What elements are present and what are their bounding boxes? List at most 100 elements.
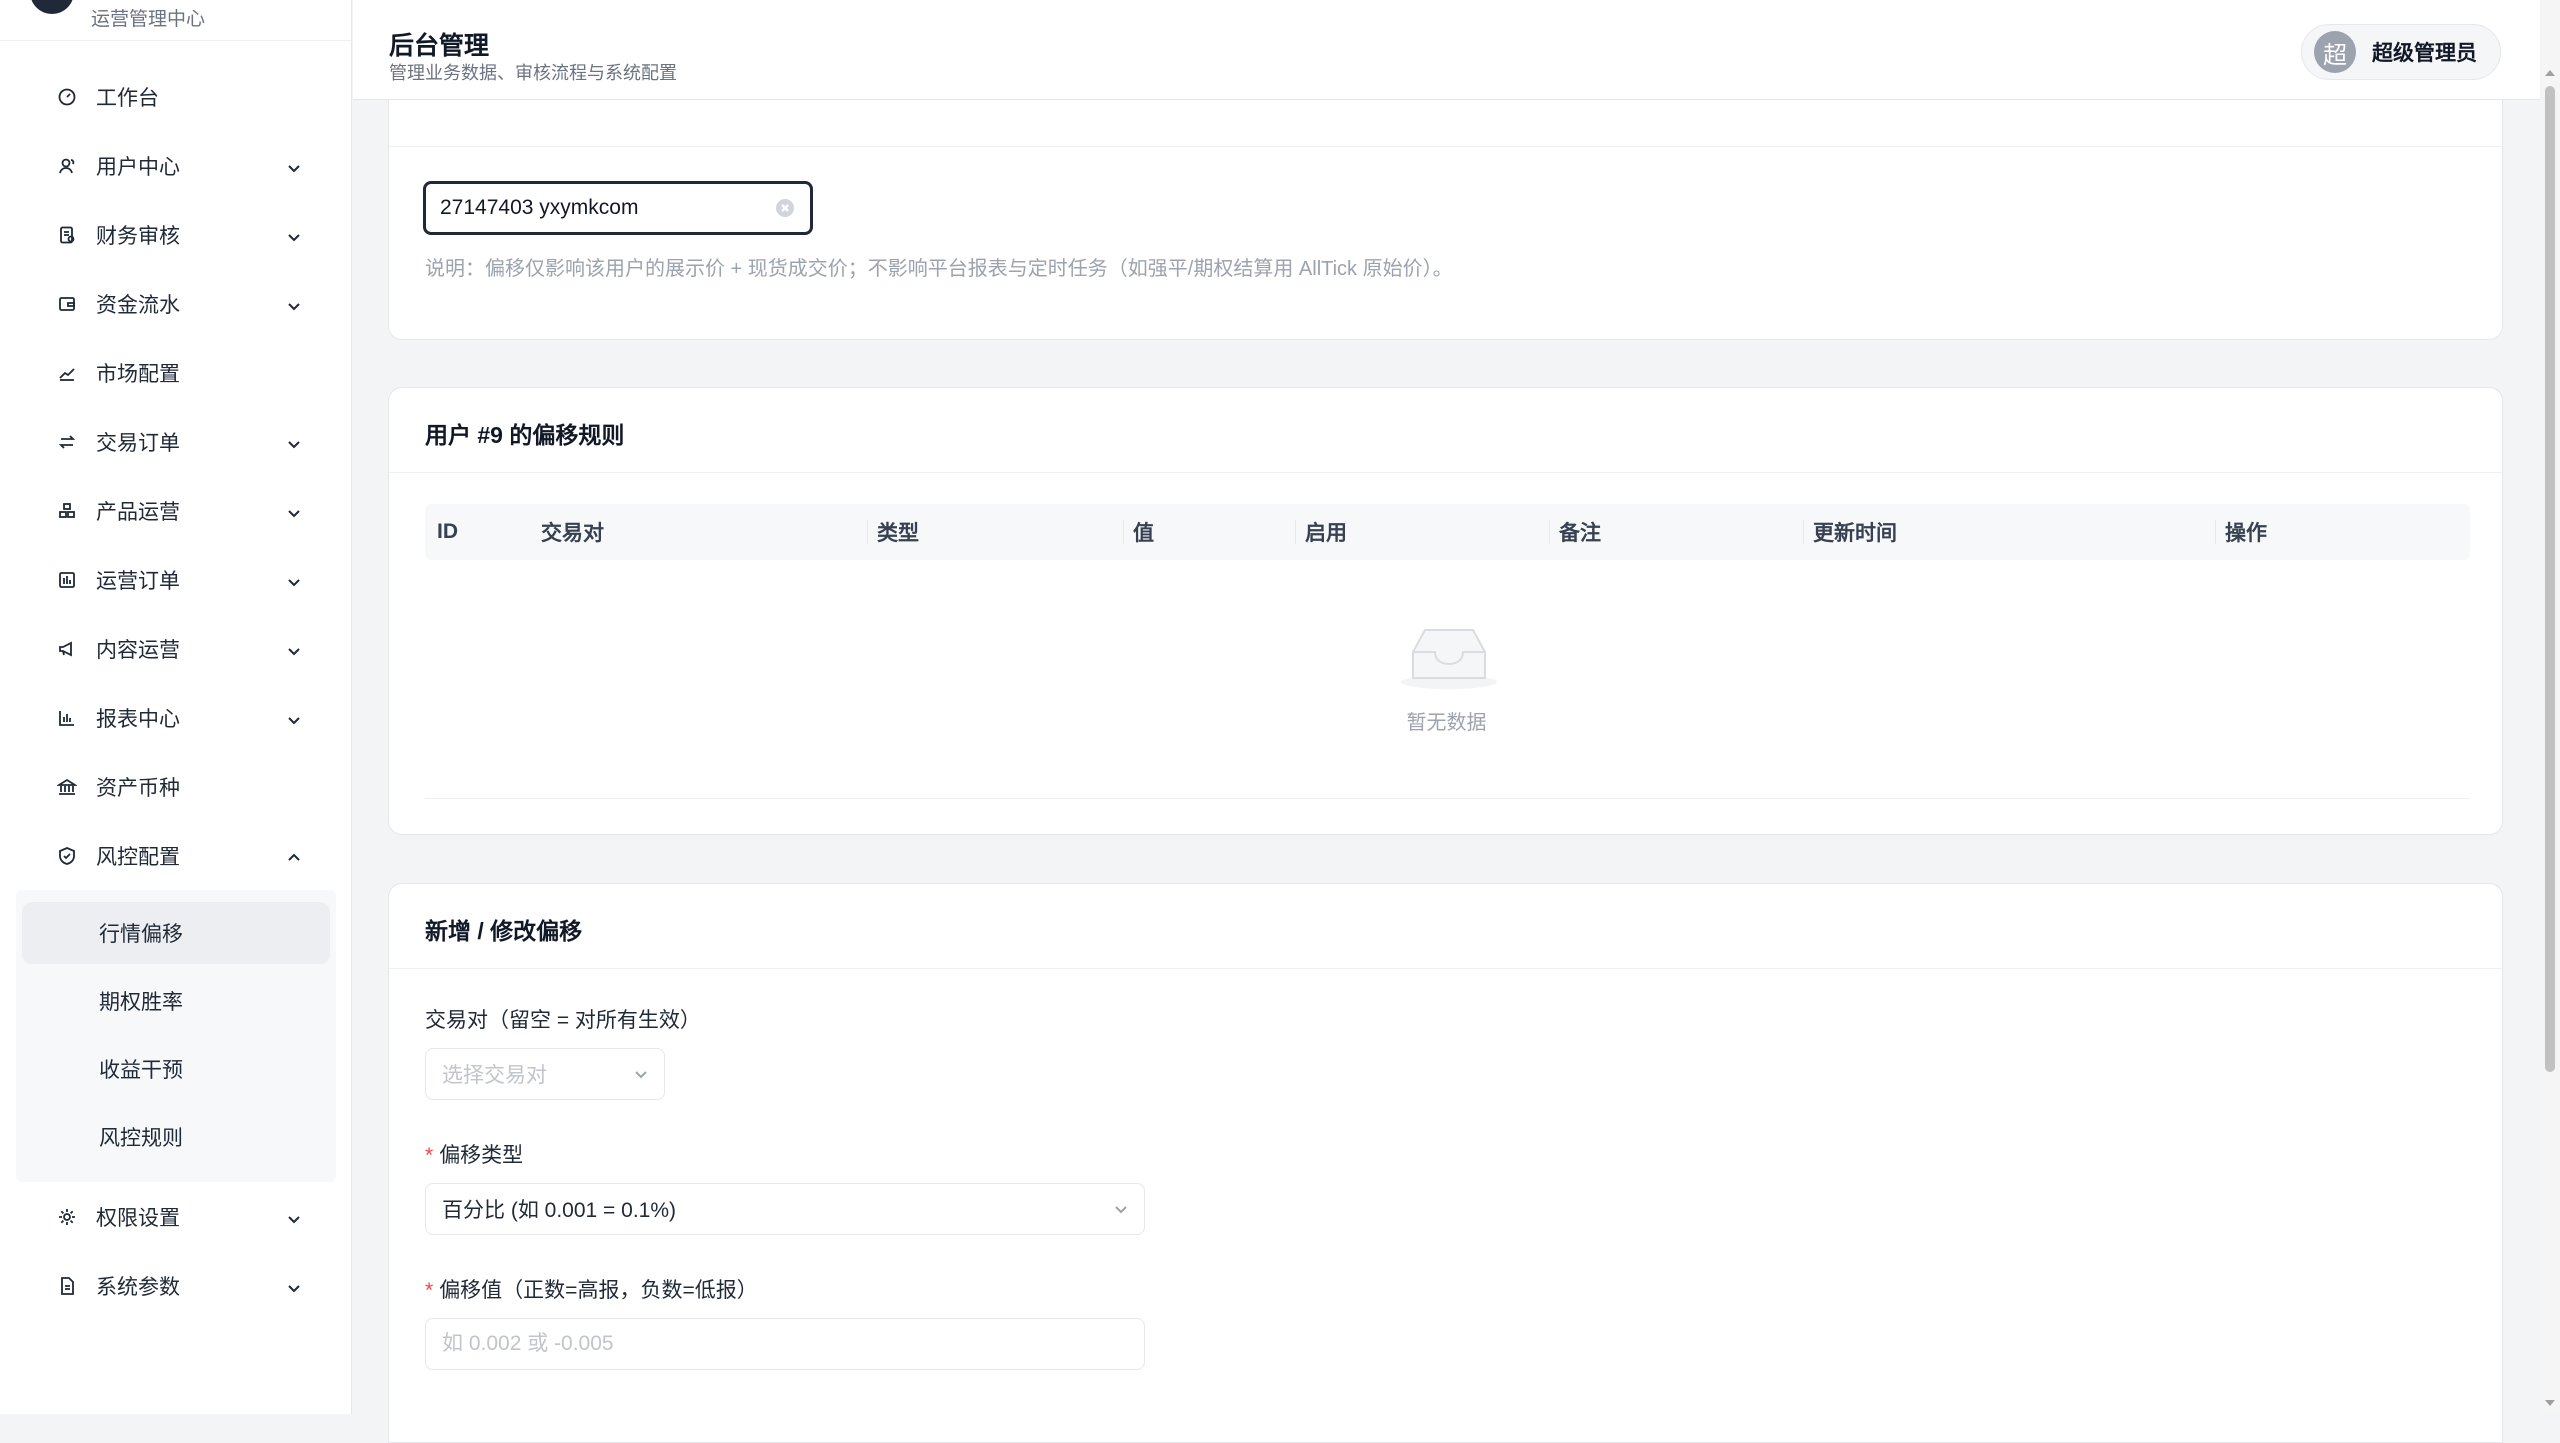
chevron-down-icon	[286, 434, 302, 450]
scroll-down-icon[interactable]	[2544, 1398, 2556, 1408]
column-header-remark: 备注	[1559, 522, 1601, 545]
column-separator	[1295, 520, 1296, 544]
wallet-icon	[56, 293, 78, 315]
sidebar-item-trade-orders[interactable]: 交易订单	[0, 407, 352, 476]
required-mark: *	[425, 1144, 434, 1167]
dashboard-icon	[56, 86, 78, 108]
offset-note: 说明：偏移仅影响该用户的展示价 + 现货成交价；不影响平台报表与定时任务（如强平…	[425, 258, 1453, 280]
sidebar-item-risk-config[interactable]: 风控配置	[0, 821, 352, 890]
user-name: 超级管理员	[2372, 42, 2477, 65]
chevron-down-icon	[1112, 1200, 1130, 1218]
pair-select[interactable]: 选择交易对	[425, 1048, 665, 1100]
avatar: 超	[2314, 31, 2356, 73]
pair-select-placeholder: 选择交易对	[442, 1064, 547, 1087]
sidebar: 运营管理中心 工作台 用户中心 财务审核 资金流水 市场配置 交易订单 产品运营…	[0, 0, 352, 1414]
file-icon	[56, 1275, 78, 1297]
divider	[389, 472, 2502, 473]
required-mark: *	[425, 1279, 434, 1302]
column-header-enabled: 启用	[1305, 522, 1347, 545]
column-separator	[1549, 520, 1550, 544]
offset-type-select[interactable]: 百分比 (如 0.001 = 0.1%)	[425, 1183, 1145, 1235]
sidebar-subitem-risk-rules[interactable]: 风控规则	[22, 1106, 330, 1168]
sidebar-item-finance-audit[interactable]: 财务审核	[0, 200, 352, 269]
sidebar-item-label: 报表中心	[96, 707, 180, 731]
empty-text: 暂无数据	[1406, 712, 1487, 734]
brand: 运营管理中心	[0, 0, 351, 41]
bar-chart-icon	[56, 707, 78, 729]
chart-line-icon	[56, 362, 78, 384]
column-header-actions: 操作	[2225, 522, 2267, 545]
user-menu[interactable]: 超 超级管理员	[2301, 24, 2501, 80]
users-icon	[56, 155, 78, 177]
sidebar-item-report-center[interactable]: 报表中心	[0, 683, 352, 752]
sidebar-item-label: 内容运营	[96, 638, 180, 662]
sidebar-item-label: 运营订单	[96, 569, 180, 593]
card-title: 用户 #9 的偏移规则	[425, 422, 625, 448]
table-bottom-line	[425, 798, 2470, 799]
sidebar-item-label: 产品运营	[96, 500, 180, 524]
sidebar-item-label: 权限设置	[96, 1206, 180, 1230]
divider	[389, 968, 2502, 969]
chevron-down-icon	[632, 1065, 650, 1083]
chevron-down-icon	[286, 572, 302, 588]
risk-config-submenu: 行情偏移 期权胜率 收益干预 风控规则	[16, 890, 336, 1182]
sidebar-item-ops-orders[interactable]: 运营订单	[0, 545, 352, 614]
sidebar-subitem-market-offset[interactable]: 行情偏移	[22, 902, 330, 964]
chevron-down-icon	[286, 710, 302, 726]
chevron-up-icon	[286, 848, 302, 864]
empty-inbox-icon	[1401, 629, 1497, 689]
page-title: 后台管理	[389, 32, 490, 60]
sidebar-subitem-option-winrate[interactable]: 期权胜率	[22, 970, 330, 1032]
clear-icon[interactable]	[776, 199, 794, 217]
user-select-value: 27147403 yxymkcom	[440, 196, 639, 219]
pair-label: 交易对（留空 = 对所有生效）	[425, 1009, 701, 1032]
sidebar-item-user-center[interactable]: 用户中心	[0, 131, 352, 200]
gear-icon	[56, 1206, 78, 1228]
sidebar-item-system-params[interactable]: 系统参数	[0, 1251, 352, 1320]
brand-logo	[30, 0, 74, 14]
sidebar-item-label: 风控配置	[96, 845, 180, 869]
operation-icon	[56, 569, 78, 591]
column-header-pair: 交易对	[541, 522, 604, 545]
table-header: ID 交易对 类型 值 启用 备注 更新时间 操作	[425, 504, 2470, 560]
sidebar-item-label: 财务审核	[96, 224, 180, 248]
offset-rules-card: 用户 #9 的偏移规则 ID 交易对 类型 值 启用 备注 更新时间 操作 暂无…	[388, 387, 2503, 835]
card-title: 新增 / 修改偏移	[425, 918, 583, 944]
sidebar-item-fund-flow[interactable]: 资金流水	[0, 269, 352, 338]
chevron-down-icon	[286, 227, 302, 243]
sidebar-item-product-ops[interactable]: 产品运营	[0, 476, 352, 545]
chevron-down-icon	[286, 1278, 302, 1294]
type-label: * 偏移类型	[425, 1139, 523, 1169]
sidebar-item-label: 资产币种	[96, 776, 180, 800]
product-icon	[56, 500, 78, 522]
user-select[interactable]: 27147403 yxymkcom	[423, 181, 813, 235]
sidebar-item-label: 资金流水	[96, 293, 180, 317]
sidebar-item-market-config[interactable]: 市场配置	[0, 338, 352, 407]
column-header-value: 值	[1133, 522, 1154, 545]
sidebar-item-workbench[interactable]: 工作台	[0, 62, 352, 131]
value-label: * 偏移值（正数=高报，负数=低报）	[425, 1274, 758, 1304]
value-label-text: 偏移值（正数=高报，负数=低报）	[439, 1279, 758, 1302]
sidebar-item-permission[interactable]: 权限设置	[0, 1182, 352, 1251]
offset-value-input[interactable]	[425, 1318, 1145, 1370]
subitem-label: 行情偏移	[99, 923, 183, 946]
scroll-thumb[interactable]	[2545, 86, 2555, 1072]
column-separator	[2215, 520, 2216, 544]
subitem-label: 收益干预	[99, 1059, 183, 1082]
sidebar-item-content-ops[interactable]: 内容运营	[0, 614, 352, 683]
page-scrollbar[interactable]	[2540, 0, 2560, 1414]
megaphone-icon	[56, 638, 78, 660]
column-header-updated: 更新时间	[1813, 522, 1897, 545]
chevron-down-icon	[286, 296, 302, 312]
sidebar-item-label: 工作台	[96, 86, 159, 110]
column-header-type: 类型	[877, 522, 919, 545]
shield-icon	[56, 845, 78, 867]
chevron-down-icon	[286, 641, 302, 657]
bank-icon	[56, 776, 78, 798]
subitem-label: 期权胜率	[99, 991, 183, 1014]
subitem-label: 风控规则	[99, 1127, 183, 1150]
scroll-up-icon[interactable]	[2544, 68, 2556, 78]
chevron-down-icon	[286, 1209, 302, 1225]
sidebar-item-asset-currency[interactable]: 资产币种	[0, 752, 352, 821]
sidebar-subitem-profit-intervene[interactable]: 收益干预	[22, 1038, 330, 1100]
